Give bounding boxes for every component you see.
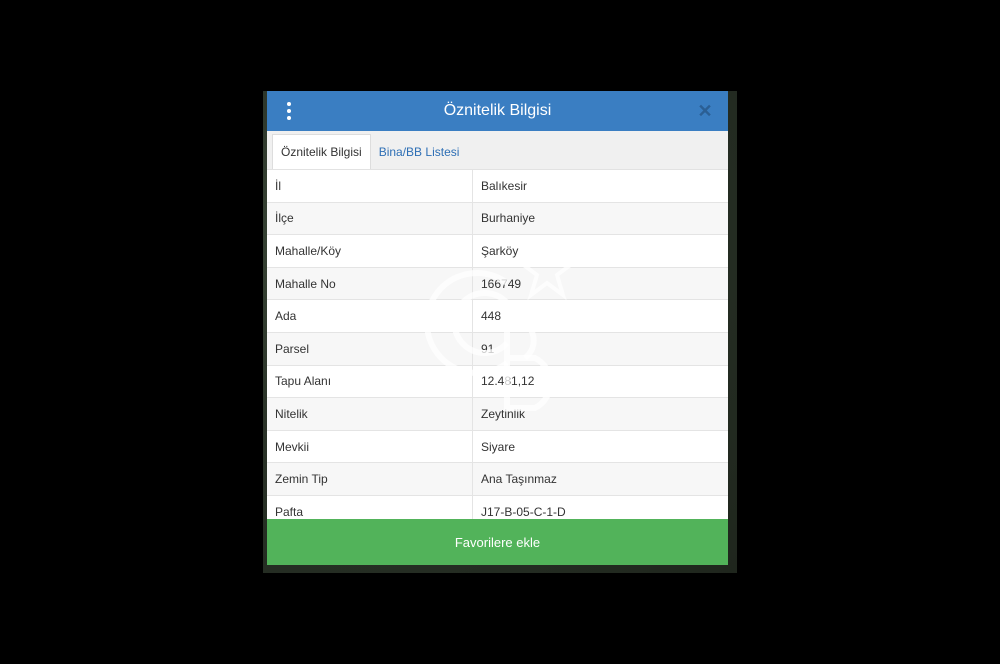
add-to-favorites-button[interactable]: Favorilere ekle: [267, 519, 728, 565]
row-key: Parsel: [267, 332, 473, 366]
row-key: Mahalle/Köy: [267, 234, 473, 268]
table-row: Mevkii Siyare: [267, 430, 728, 464]
row-key: Tapu Alanı: [267, 365, 473, 399]
tab-building-list[interactable]: Bina/BB Listesi: [371, 135, 468, 169]
table-row: Mahalle/Köy Şarköy: [267, 234, 728, 268]
tab-bar: Öznitelik Bilgisi Bina/BB Listesi: [267, 131, 728, 170]
row-value: Şarköy: [472, 234, 728, 268]
close-icon[interactable]: ✕: [694, 99, 716, 123]
table-row: Tapu Alanı 12.481,12: [267, 365, 728, 399]
row-value: Balıkesir: [472, 170, 728, 203]
table-row: Pafta J17-B-05-C-1-D: [267, 495, 728, 519]
table-row: Parsel 91: [267, 332, 728, 366]
row-value: Burhaniye: [472, 202, 728, 236]
row-key: İl: [267, 170, 473, 203]
table-row: Zemin Tip Ana Taşınmaz: [267, 462, 728, 496]
menu-dots-icon[interactable]: [285, 99, 293, 123]
table-row: Nitelik Zeytinlik: [267, 397, 728, 431]
attribute-table-container: İl Balıkesir İlçe Burhaniye Mahalle/Köy Şar…: [267, 170, 728, 519]
row-value: Siyare: [472, 430, 728, 464]
table-row: Ada 448: [267, 299, 728, 333]
row-key: Mevkii: [267, 430, 473, 464]
table-row: Mahalle No 166749: [267, 267, 728, 301]
attribute-info-dialog: Öznitelik Bilgisi ✕ Öznitelik Bilgisi Bi…: [267, 91, 728, 565]
row-value: J17-B-05-C-1-D: [472, 495, 728, 519]
row-value: 448: [472, 299, 728, 333]
row-value: 91: [472, 332, 728, 366]
row-value: 166749: [472, 267, 728, 301]
row-key: İlçe: [267, 202, 473, 236]
attribute-table: İl Balıkesir İlçe Burhaniye Mahalle/Köy Şar…: [267, 170, 728, 519]
dialog-header: Öznitelik Bilgisi ✕: [267, 91, 728, 131]
row-key: Ada: [267, 299, 473, 333]
row-key: Pafta: [267, 495, 473, 519]
row-value: 12.481,12: [472, 365, 728, 399]
row-value: Zeytinlik: [472, 397, 728, 431]
row-value: Ana Taşınmaz: [472, 462, 728, 496]
table-row: İlçe Burhaniye: [267, 202, 728, 236]
dialog-title: Öznitelik Bilgisi: [443, 102, 552, 119]
row-key: Zemin Tip: [267, 462, 473, 496]
row-key: Mahalle No: [267, 267, 473, 301]
tab-attribute-info[interactable]: Öznitelik Bilgisi: [272, 134, 371, 169]
row-key: Nitelik: [267, 397, 473, 431]
screen: Öznitelik Bilgisi ✕ Öznitelik Bilgisi Bi…: [0, 0, 1000, 664]
table-row: İl Balıkesir: [267, 170, 728, 203]
